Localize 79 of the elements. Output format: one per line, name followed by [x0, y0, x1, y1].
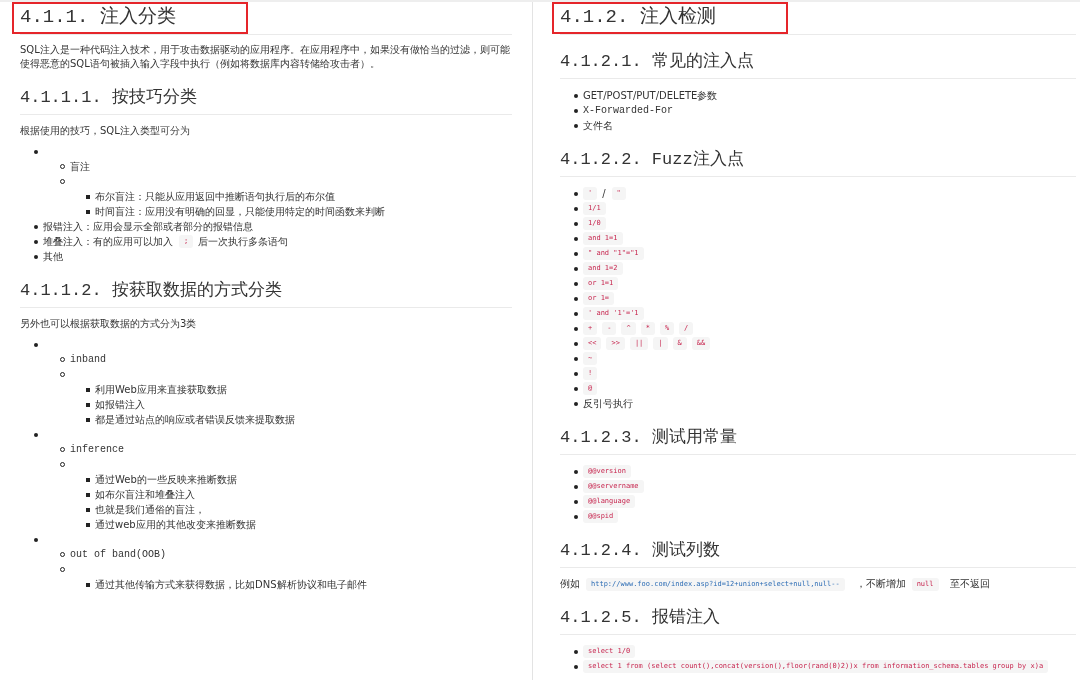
paragraph: SQL注入是一种代码注入技术，用于攻击数据驱动的应用程序。在应用程序中，如果没有做恰当的过滤，则可能使得恶意的SQL语句被插入输入字段中执行（例如将数据库内容转储给攻击者）。: [20, 43, 511, 71]
bullet-icon: [86, 477, 90, 482]
list-text: 通过Web的一些反映来推断数据: [95, 472, 237, 487]
bullet-icon: [574, 123, 578, 128]
bullet-icon: [574, 221, 578, 226]
list-text: 都是通过站点的响应或者错误反馈来提取数据: [95, 412, 295, 427]
bullet-icon: [574, 371, 578, 376]
bullet-icon: [574, 281, 578, 286]
bullet-icon: [574, 649, 578, 654]
subsection-heading: 4.1.2.5. 报错注入: [560, 607, 721, 629]
list-text: 其他: [43, 249, 63, 264]
list-text: 如报错注入: [95, 397, 145, 412]
bullet-icon: [34, 342, 38, 347]
bullet-icon: [574, 108, 578, 113]
bullet-icon: [574, 401, 578, 406]
bullet-icon: [86, 402, 90, 407]
bullet-icon: [574, 514, 578, 519]
subsection-heading: 4.1.1.1. 按技巧分类: [20, 87, 198, 109]
bullet-icon: [86, 522, 90, 527]
paragraph-text: ，不断增加: [855, 577, 906, 591]
bullet-icon: [86, 209, 90, 214]
bullet-icon: [86, 387, 90, 392]
bullet-icon: [34, 537, 38, 542]
bullet-icon: [34, 224, 38, 229]
bullet-icon: [574, 499, 578, 504]
bullet-icon: [34, 239, 38, 244]
paragraph-text: 至不返回: [949, 577, 990, 591]
list-text: 利用Web应用来直接获取数据: [95, 382, 227, 397]
subsection-heading: 4.1.1.2. 按获取数据的方式分类: [20, 280, 283, 302]
list-text: X-Forwarded-For: [583, 103, 673, 118]
list-text: 布尔盲注：只能从应用返回中推断语句执行后的布尔值: [95, 189, 335, 204]
list-text: 时间盲注：应用没有明确的回显，只能使用特定的时间函数来判断: [95, 204, 385, 219]
list-text: 报错注入：应用会显示全部或者部分的报错信息: [43, 219, 253, 234]
bullet-icon: [574, 251, 578, 256]
paragraph: 另外也可以根据获取数据的方式分为3类: [20, 317, 198, 331]
section-heading: 4.1.1. 注入分类: [12, 2, 248, 34]
list-text: 后一次执行多条语句: [198, 234, 289, 249]
bullet-icon: [86, 417, 90, 422]
bullet-icon: [574, 266, 578, 271]
subsection-heading: 4.1.2.3. 测试用常量: [560, 427, 738, 449]
bullet-icon: [86, 194, 90, 199]
bullet-icon: [574, 93, 578, 98]
bullet-icon: [34, 254, 38, 259]
bullet-icon: [574, 469, 578, 474]
bullet-icon: [574, 311, 578, 316]
list-text: 文件名: [583, 118, 613, 133]
paragraph-text: 例如: [560, 577, 580, 591]
bullet-icon: [574, 356, 578, 361]
subsection-heading: 4.1.2.2. Fuzz注入点: [560, 149, 745, 171]
bullet-icon: [574, 191, 578, 196]
bullet-icon: [574, 236, 578, 241]
bullet-icon: [34, 432, 38, 437]
list-text: 如布尔盲注和堆叠注入: [95, 487, 195, 502]
bullet-icon: [574, 664, 578, 669]
bullet-icon: [574, 326, 578, 331]
bullet-icon: [86, 492, 90, 497]
list-text: 反引号执行: [583, 396, 633, 411]
list-text: 也就是我们通俗的盲注，: [95, 502, 205, 517]
list-text: 盲注: [70, 159, 90, 174]
bullet-icon: [574, 296, 578, 301]
bullet-icon: [574, 386, 578, 391]
bullet-icon: [34, 149, 38, 154]
bullet-icon: [86, 507, 90, 512]
list-text: inband: [70, 352, 106, 367]
subsection-heading: 4.1.2.1. 常见的注入点: [560, 51, 755, 73]
bullet-icon: [574, 484, 578, 489]
list-text: 通过web应用的其他改变来推断数据: [95, 517, 256, 532]
list-text: out of band(OOB): [70, 547, 166, 562]
bullet-icon: [574, 341, 578, 346]
list-text: 通过其他传输方式来获得数据，比如DNS解析协议和电子邮件: [95, 577, 367, 592]
subsection-heading: 4.1.2.4. 测试列数: [560, 540, 721, 562]
paragraph: 根据使用的技巧，SQL注入类型可分为: [20, 124, 191, 138]
bullet-icon: [574, 206, 578, 211]
list-text: /: [602, 186, 606, 201]
list-text: 堆叠注入：有的应用可以加入: [43, 234, 173, 249]
section-heading: 4.1.2. 注入检测: [552, 2, 788, 34]
list-text: inference: [70, 442, 124, 457]
bullet-icon: [86, 582, 90, 587]
list-text: GET/POST/PUT/DELETE参数: [583, 88, 718, 103]
